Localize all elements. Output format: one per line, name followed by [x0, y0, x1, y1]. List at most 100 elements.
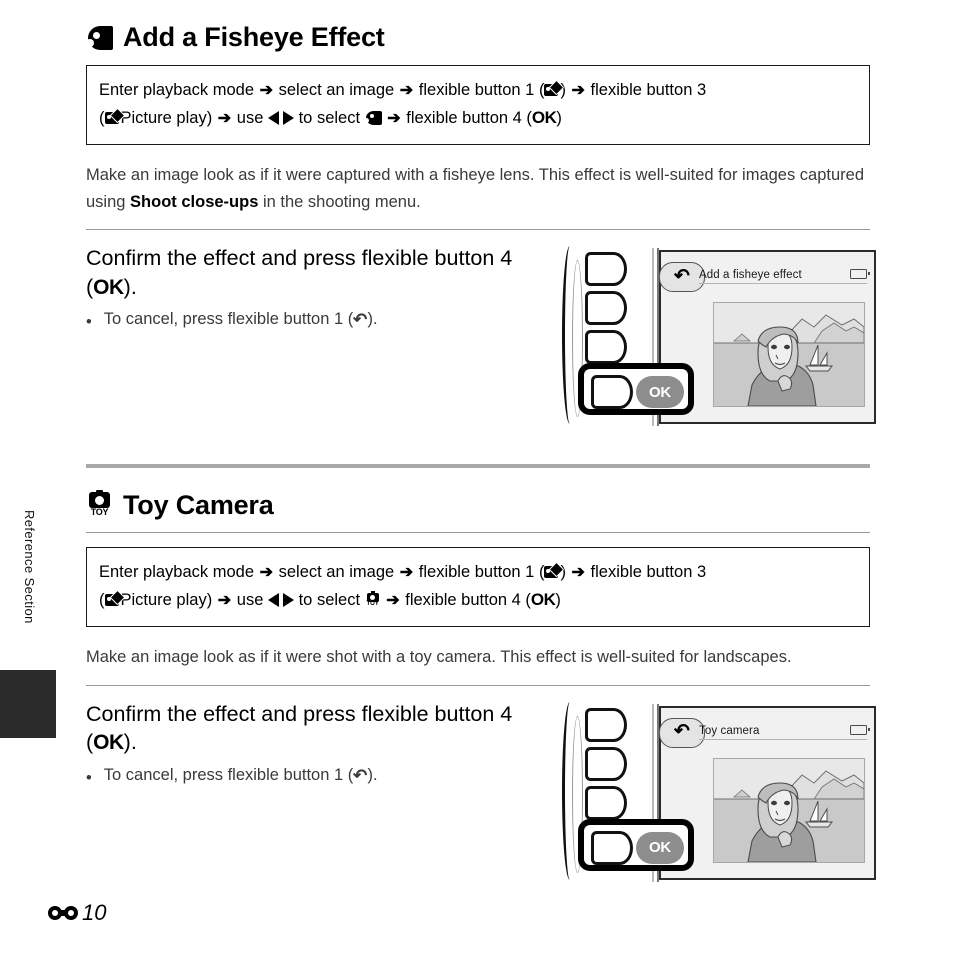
multi-selector-left-right-icon: [268, 592, 294, 607]
ok-glyph: OK: [93, 275, 124, 299]
back-arrow-icon: ↷: [353, 310, 368, 330]
ok-glyph: OK: [530, 589, 556, 609]
bullet-text-part: ).: [367, 765, 378, 784]
ok-glyph: OK: [531, 107, 557, 127]
toy-camera-icon-word: TOY: [366, 600, 379, 607]
section-toycamera: TOY Toy Camera Enter playback mode ➔ sel…: [86, 490, 876, 885]
description-text: in the shooting menu.: [258, 192, 421, 211]
flexible-button-4-highlight: OK: [578, 363, 694, 416]
ok-button-label[interactable]: OK: [636, 376, 684, 409]
battery-icon: [850, 269, 870, 280]
step-bullet: • To cancel, press flexible button 1 (↷)…: [86, 310, 556, 335]
page-number: 10: [48, 900, 106, 926]
section-description-fisheye: Make an image look as if it were capture…: [86, 162, 870, 215]
flexible-button-2[interactable]: [585, 291, 627, 326]
camera-illustration-fisheye: OK ↷ Add a fisheye effect: [556, 244, 876, 429]
page-title-fisheye: Add a Fisheye Effect: [86, 24, 870, 51]
step-heading: Confirm the effect and press flexible bu…: [86, 700, 556, 757]
multi-selector-left-right-icon: [268, 110, 294, 125]
section-title-text: Add a Fisheye Effect: [123, 22, 385, 52]
proc-text: flexible button 1 (: [418, 563, 545, 581]
flexible-button-1[interactable]: [585, 707, 627, 742]
arrow-right-icon: ➔: [399, 82, 414, 99]
proc-text: flexible button 3: [590, 81, 707, 99]
preview-photo: [713, 302, 865, 408]
procedure-line-1: Enter playback mode ➔ select an image ➔ …: [99, 559, 857, 586]
flexible-button-3[interactable]: [585, 785, 627, 820]
screen-title-bar: Add a fisheye effect: [699, 269, 870, 285]
preview-photo-artwork: [714, 303, 864, 407]
proc-text: Enter playback mode: [99, 81, 255, 99]
back-arrow-icon: ↷: [674, 265, 690, 287]
arrow-right-icon: ➔: [386, 591, 400, 609]
reference-section-symbol-icon: [48, 905, 78, 921]
description-text: Make an image look as if it were shot wi…: [86, 647, 792, 666]
procedure-line-2: (Picture play) ➔ use to select ➔ flexibl…: [99, 104, 857, 132]
step-text-column: Confirm the effect and press flexible bu…: [86, 700, 556, 791]
proc-text: flexible button 4 (: [405, 590, 531, 609]
reference-side-tab: Reference Section: [0, 0, 60, 954]
flexible-button-4[interactable]: [591, 375, 633, 410]
toy-camera-icon: TOY: [86, 490, 113, 520]
arrow-right-icon: ➔: [387, 109, 401, 127]
arrow-right-icon: ➔: [571, 82, 585, 99]
section-title-text: Toy Camera: [123, 489, 274, 520]
bullet-text-part: To cancel, press flexible button 1 (: [103, 310, 354, 329]
camera-illustration-toycamera: OK ↷ Toy camera: [556, 700, 876, 885]
page-content: Add a Fisheye Effect Enter playback mode…: [86, 0, 876, 954]
step-bullet: • To cancel, press flexible button 1 (↷)…: [86, 766, 556, 791]
arrow-right-icon: ➔: [259, 82, 274, 99]
proc-text: to select: [298, 590, 361, 609]
proc-text: ): [555, 590, 561, 609]
section-description-toycamera: Make an image look as if it were shot wi…: [86, 644, 870, 671]
bullet-text: To cancel, press flexible button 1 (↷).: [104, 310, 378, 335]
picture-play-icon: [104, 107, 125, 125]
step-row-fisheye: Confirm the effect and press flexible bu…: [86, 244, 876, 429]
page-title-toycamera: TOY Toy Camera: [86, 490, 870, 520]
bullet-text-part: To cancel, press flexible button 1 (: [103, 765, 354, 784]
proc-text: flexible button 3: [590, 563, 707, 581]
step-heading: Confirm the effect and press flexible bu…: [86, 244, 556, 301]
arrow-right-icon: ➔: [571, 564, 585, 581]
proc-text: ): [556, 108, 562, 127]
procedure-box-toycamera: Enter playback mode ➔ select an image ➔ …: [86, 547, 870, 627]
step-row-toycamera: Confirm the effect and press flexible bu…: [86, 700, 876, 885]
flexible-button-1[interactable]: [585, 252, 627, 287]
back-arrow-icon: ↷: [674, 721, 690, 743]
step-illustration-column: OK ↷ Toy camera: [556, 700, 876, 885]
section-fisheye: Add a Fisheye Effect Enter playback mode…: [86, 24, 876, 429]
step-heading-text: Confirm the effect and press flexible bu…: [86, 701, 513, 754]
proc-text: to select: [298, 108, 361, 127]
description-emphasis: Shoot close-ups: [130, 192, 259, 211]
arrow-right-icon: ➔: [217, 591, 232, 609]
procedure-box-fisheye: Enter playback mode ➔ select an image ➔ …: [86, 65, 870, 145]
page-number-text: 10: [82, 900, 107, 925]
step-heading-text: Confirm the effect and press flexible bu…: [86, 246, 513, 299]
proc-text: select an image: [278, 563, 395, 581]
bullet-text: To cancel, press flexible button 1 (↷).: [104, 766, 378, 791]
picture-play-icon: [544, 79, 565, 97]
back-arrow-icon: ↷: [353, 765, 368, 785]
battery-icon: [850, 724, 870, 735]
ok-button-label[interactable]: OK: [636, 831, 684, 864]
side-tab-block: [0, 670, 56, 738]
flexible-button-2[interactable]: [585, 746, 627, 781]
proc-text: select an image: [278, 81, 395, 99]
bullet-text-part: ).: [367, 310, 378, 329]
arrow-right-icon: ➔: [217, 109, 232, 127]
procedure-line-1: Enter playback mode ➔ select an image ➔ …: [99, 77, 857, 104]
preview-photo: [713, 757, 865, 863]
picture-play-icon: [104, 589, 125, 607]
proc-text: flexible button 1 (: [418, 81, 545, 99]
screen-title: Toy camera: [699, 724, 760, 737]
flexible-button-4[interactable]: [591, 830, 633, 865]
flexible-button-3[interactable]: [585, 330, 627, 365]
proc-text: Picture play): [120, 108, 213, 127]
proc-text: flexible button 4 (: [406, 108, 532, 127]
picture-play-icon: [544, 561, 565, 579]
step-illustration-column: OK ↷ Add a fisheye effect: [556, 244, 876, 429]
arrow-right-icon: ➔: [399, 564, 414, 581]
flexible-button-4-highlight: OK: [578, 818, 694, 871]
bullet-marker: •: [86, 313, 92, 332]
proc-text: Picture play): [120, 590, 213, 609]
